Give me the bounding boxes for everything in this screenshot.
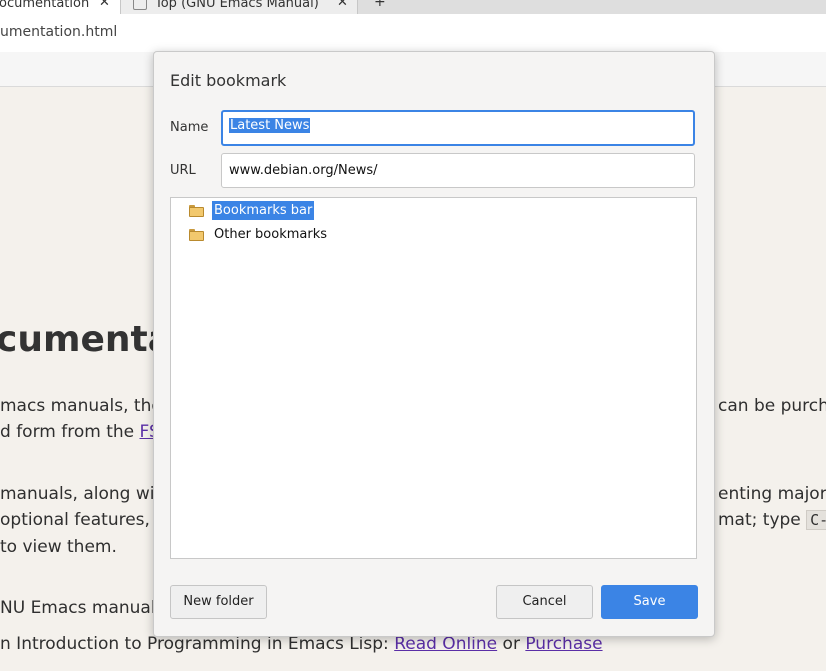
text: enting major m <box>718 484 826 504</box>
text-line: enting major m <box>718 484 826 504</box>
name-label: Name <box>170 120 209 135</box>
text-line: d form from the FSF <box>0 422 170 442</box>
folder-label: Bookmarks bar <box>212 201 315 220</box>
keybinding-code: C-h <box>806 510 826 530</box>
text-line: mat; type C-h <box>718 510 826 530</box>
page-favicon-icon <box>133 0 147 10</box>
purchase-link[interactable]: Purchase <box>525 634 602 654</box>
text: can be purcha <box>718 396 826 416</box>
edit-bookmark-dialog: Edit bookmark Name Latest News URL www.d… <box>153 51 715 637</box>
text-line: to view them. <box>0 537 117 557</box>
text: n Introduction to Programming in Emacs L… <box>0 634 395 654</box>
text: d form from the <box>0 422 140 442</box>
folder-label: Other bookmarks <box>214 227 328 242</box>
read-online-link[interactable]: Read Online <box>394 634 497 654</box>
text: mat; type <box>718 510 807 530</box>
text: or <box>497 634 526 654</box>
url-value: www.debian.org/News/ <box>229 163 378 178</box>
name-field[interactable]: Latest News <box>221 110 695 146</box>
tab-documentation[interactable]: ocumentation ✕ <box>0 0 122 14</box>
address-bar[interactable]: umentation.html <box>0 14 826 53</box>
new-tab-icon[interactable]: + <box>374 0 386 10</box>
tab-title: ocumentation <box>0 0 90 11</box>
address-text: umentation.html <box>0 24 118 40</box>
text: to view them. <box>0 537 117 557</box>
folder-icon <box>189 205 204 217</box>
cancel-button[interactable]: Cancel <box>496 585 593 619</box>
folder-icon <box>189 229 204 241</box>
text: NU Emacs manual: <box>0 598 167 618</box>
close-icon[interactable]: ✕ <box>337 0 348 10</box>
tab-strip: ocumentation ✕ Top (GNU Emacs Manual) ✕ … <box>0 0 826 14</box>
text: manuals, along with <box>0 484 172 504</box>
text-line: n Introduction to Programming in Emacs L… <box>0 634 603 654</box>
text-line: NU Emacs manual: R <box>0 598 179 618</box>
tab-title: Top (GNU Emacs Manual) <box>155 0 319 11</box>
close-icon[interactable]: ✕ <box>99 0 110 10</box>
dialog-title: Edit bookmark <box>170 71 287 90</box>
text-line: optional features, ca <box>0 510 175 530</box>
url-label: URL <box>170 163 196 178</box>
save-button[interactable]: Save <box>601 585 698 619</box>
text-line: manuals, along with <box>0 484 172 504</box>
new-folder-button[interactable]: New folder <box>170 585 267 619</box>
name-value: Latest News <box>229 118 311 133</box>
folder-tree[interactable]: Bookmarks bar Other bookmarks <box>170 197 697 559</box>
text: optional features, ca <box>0 510 176 530</box>
tab-emacs-manual[interactable]: Top (GNU Emacs Manual) ✕ <box>120 0 358 14</box>
text-line: can be purcha <box>718 396 826 416</box>
url-field[interactable]: www.debian.org/News/ <box>221 153 695 188</box>
